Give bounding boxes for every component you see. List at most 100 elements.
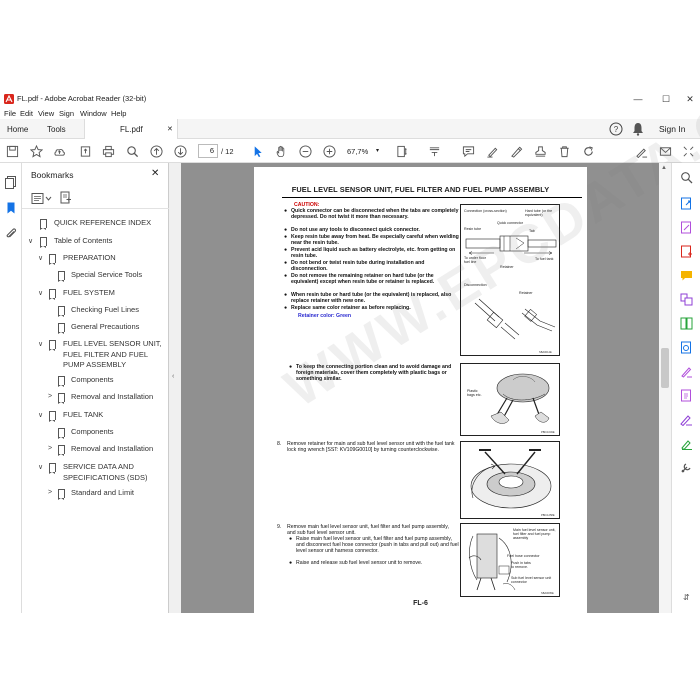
zoom-out-icon[interactable] <box>297 143 313 159</box>
zoom-dropdown-chevron-icon[interactable]: ▾ <box>376 147 379 154</box>
print-icon[interactable] <box>100 143 116 159</box>
bookmark-icon <box>58 271 65 282</box>
chevron-down-icon[interactable]: ∨ <box>28 237 33 245</box>
caution-item: ● Keep resin tube away from heat. Be espe… <box>284 234 459 247</box>
bookmark-item[interactable]: ∨ SERVICE DATA AND SPECIFICATIONS (SDS) <box>22 462 169 484</box>
bookmarks-panel-icon[interactable] <box>4 201 18 215</box>
organize-pages-icon[interactable] <box>680 317 693 330</box>
attachments-icon[interactable] <box>4 227 18 241</box>
rotate-icon[interactable] <box>580 143 596 159</box>
search-tools-icon[interactable] <box>680 171 693 184</box>
bookmarks-panel: Bookmarks ✕ QUICK REFERENCE INDEX ∨ Tabl… <box>22 163 169 613</box>
chevron-down-icon[interactable]: ∨ <box>38 254 43 262</box>
chevron-down-icon[interactable]: ∨ <box>38 411 43 419</box>
bookmark-icon <box>49 411 56 422</box>
menu-window[interactable]: Window <box>80 109 107 118</box>
comment-icon[interactable] <box>460 143 476 159</box>
tab-tools[interactable]: Tools <box>47 119 66 139</box>
combine-files-icon[interactable] <box>680 293 693 306</box>
bookmark-icon <box>40 237 47 248</box>
menu-edit[interactable]: Edit <box>20 109 33 118</box>
protect-icon[interactable] <box>680 389 693 402</box>
page-thumbnails-icon[interactable] <box>4 175 18 189</box>
bookmark-star-icon[interactable] <box>28 143 44 159</box>
close-panel-icon[interactable]: ✕ <box>151 168 159 179</box>
search-icon[interactable] <box>124 143 140 159</box>
add-bookmark-icon[interactable] <box>60 191 72 205</box>
menu-bar: File Edit View Sign Window Help <box>0 108 700 119</box>
tab-document[interactable]: FL.pdf ✕ <box>84 119 178 139</box>
tab-document-label: FL.pdf <box>120 124 143 134</box>
tab-close-icon[interactable]: ✕ <box>167 125 173 133</box>
bookmarks-title: Bookmarks <box>31 170 74 180</box>
prepare-form-icon[interactable] <box>680 437 693 450</box>
caution-item: ● Quick connector can be disconnected whe… <box>284 208 459 221</box>
help-icon[interactable]: ? <box>609 122 623 136</box>
chevron-down-icon[interactable]: ∨ <box>38 340 43 348</box>
pdf-page: FUEL LEVEL SENSOR UNIT, FUEL FILTER AND … <box>254 40 700 613</box>
draw-icon[interactable] <box>508 143 524 159</box>
fit-page-icon[interactable] <box>394 143 410 159</box>
page-footer: FL-6 <box>413 600 428 607</box>
scroll-mode-icon[interactable] <box>426 143 442 159</box>
collapse-panel-chevron-icon[interactable]: ‹ <box>172 373 174 380</box>
caution-item: ● Prevent acid liquid such as battery ele… <box>284 247 456 260</box>
tab-home[interactable]: Home <box>7 119 28 139</box>
chevron-down-icon[interactable]: ∨ <box>38 463 43 471</box>
step-9-number: 9. <box>277 524 282 530</box>
bookmark-item[interactable]: ∨ FUEL LEVEL SENSOR UNIT, FUEL FILTER AN… <box>22 339 169 373</box>
bookmarks-divider <box>22 208 169 209</box>
bookmark-icon <box>58 376 65 387</box>
zoom-level[interactable]: 67,7% <box>347 147 368 156</box>
stamp-icon[interactable] <box>532 143 548 159</box>
expand-rail-icon[interactable]: ⇵ <box>683 593 690 602</box>
chevron-right-icon[interactable]: > <box>48 489 52 496</box>
menu-sign[interactable]: Sign <box>59 109 74 118</box>
export-pdf-icon[interactable] <box>680 197 693 210</box>
bookmark-options-icon[interactable] <box>31 192 53 205</box>
delete-icon[interactable] <box>556 143 572 159</box>
page-number-input[interactable]: 6 <box>198 144 218 158</box>
bookmark-icon <box>49 289 56 300</box>
scrollbar-thumb[interactable] <box>661 348 669 388</box>
figure-lock-ring-wrench: PBIC1258E <box>460 441 560 519</box>
main-toolbar: 6 / 12 67,7% ▾ <box>0 139 700 163</box>
panel-splitter[interactable]: ‹ <box>169 163 181 613</box>
comment-tool-icon[interactable] <box>680 269 693 282</box>
fill-sign-tool-icon[interactable] <box>680 365 693 378</box>
window-title: FL.pdf - Adobe Acrobat Reader (32-bit) <box>17 94 147 103</box>
minimize-button[interactable]: — <box>624 92 652 106</box>
next-page-icon[interactable] <box>172 143 188 159</box>
menu-help[interactable]: Help <box>111 109 126 118</box>
menu-view[interactable]: View <box>38 109 54 118</box>
save-icon[interactable] <box>4 143 20 159</box>
edit-pdf-icon[interactable] <box>680 221 693 234</box>
previous-page-icon[interactable] <box>148 143 164 159</box>
scroll-up-icon[interactable]: ▲ <box>661 165 667 171</box>
heading-rule <box>282 197 582 198</box>
notification-bell-icon[interactable] <box>632 122 644 136</box>
caution-item: ● Do not use any tools to disconnect quic… <box>284 227 420 233</box>
bookmark-icon <box>58 489 65 500</box>
title-bar: FL.pdf - Adobe Acrobat Reader (32-bit) —… <box>0 90 700 108</box>
more-tools-icon[interactable] <box>680 461 693 474</box>
chevron-right-icon[interactable]: > <box>48 393 52 400</box>
upload-cloud-icon[interactable] <box>51 143 67 159</box>
bookmark-icon <box>49 463 56 474</box>
highlight-pen-icon[interactable] <box>484 143 500 159</box>
step-8-text: Remove retainer for main and sub fuel le… <box>287 441 455 454</box>
send-for-signature-icon[interactable] <box>680 413 693 426</box>
chevron-down-icon[interactable]: ∨ <box>38 289 43 297</box>
hand-tool-icon[interactable] <box>273 143 289 159</box>
retainer-color-note: Retainer color: Green <box>298 313 352 319</box>
chevron-right-icon[interactable]: > <box>48 445 52 452</box>
zoom-in-icon[interactable] <box>321 143 337 159</box>
create-pdf-icon[interactable] <box>680 245 693 258</box>
page-heading: FUEL LEVEL SENSOR UNIT, FUEL FILTER AND … <box>291 185 550 194</box>
document-viewport[interactable]: FUEL LEVEL SENSOR UNIT, FUEL FILTER AND … <box>181 40 700 613</box>
email-upload-icon[interactable] <box>77 143 93 159</box>
vertical-scrollbar[interactable]: ▲ <box>659 163 671 613</box>
select-cursor-icon[interactable] <box>249 143 265 159</box>
scan-ocr-icon[interactable] <box>680 341 693 354</box>
menu-file[interactable]: File <box>4 109 16 118</box>
